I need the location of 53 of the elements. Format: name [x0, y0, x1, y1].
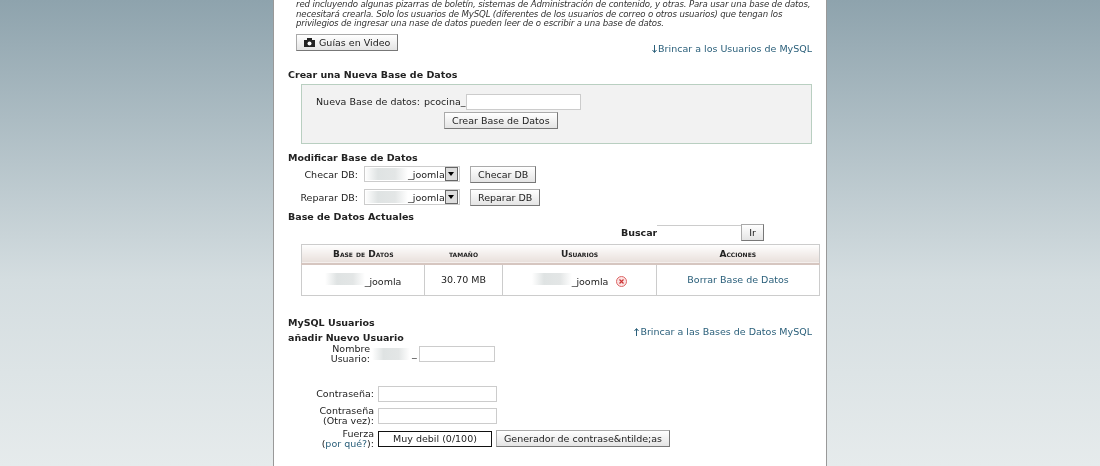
- go-button[interactable]: Ir: [741, 224, 764, 241]
- field-label: Nueva Base de datos:: [316, 96, 421, 107]
- password-field[interactable]: [378, 407, 497, 424]
- selected-database: _joomla: [408, 168, 445, 180]
- camera-icon: [304, 38, 315, 47]
- caret-icon: [444, 190, 458, 204]
- column-header: Usuarios: [502, 244, 657, 264]
- column-header: Acciones: [656, 244, 820, 264]
- password-generator-button[interactable]: Generador de contrase&ntilde;as: [496, 430, 671, 447]
- field-label: Contraseña:: [315, 388, 374, 399]
- column-header: tamaño: [424, 244, 503, 264]
- database-prefix: pcocina_: [424, 96, 466, 107]
- column-header: Base de Datos: [301, 244, 425, 264]
- caret-icon: [444, 167, 458, 181]
- video-guides-button[interactable]: Guías en Video: [296, 34, 399, 51]
- section-heading: añadir Nuevo Usuario: [288, 331, 404, 343]
- jump-to-databases-link[interactable]: Brincar a las Bases de Datos MySQL: [640, 326, 812, 337]
- field-label: Nombre Usuario:: [329, 343, 370, 364]
- selected-database: _joomla: [408, 191, 445, 203]
- redacted-block: [372, 347, 410, 360]
- redacted-block: [365, 168, 409, 180]
- database-select[interactable]: _joomla: [364, 189, 460, 205]
- jump-to-users-link[interactable]: Brincar a los Usuarios de MySQL: [658, 43, 812, 54]
- field-label: Checar DB:: [303, 168, 358, 180]
- up-arrow-icon: [634, 327, 640, 336]
- field-label: Reparar DB:: [299, 191, 358, 203]
- database-action-button[interactable]: Checar DB: [470, 165, 537, 183]
- section-heading: Crear una Nueva Base de Datos: [288, 68, 458, 80]
- username-field[interactable]: [418, 345, 495, 362]
- field-label: Contraseña (Otra vez):: [318, 405, 374, 426]
- down-arrow-icon: [652, 44, 658, 53]
- search-label: Buscar: [620, 227, 658, 238]
- create-database-button[interactable]: Crear Base de Datos: [444, 112, 558, 129]
- database-name: _joomla: [364, 275, 402, 287]
- database-select[interactable]: _joomla: [364, 166, 460, 182]
- intro-paragraph: red incluyendo algunas pizarras de boletín, sistemas de Administración de contenido, y otras. Para usar una base de datos, necesitará crearla. Solo los usuarios de MySQL (diferentes de los usuarios de correo o otros usuarios) que tengan los privilegios de ingresar una nase de datos pueden leer de o escribir a una base de datos.: [296, 0, 812, 29]
- redacted-block: [324, 272, 365, 285]
- delete-database-link[interactable]: Borrar Base de Datos: [687, 274, 789, 285]
- database-action-button[interactable]: Reparar DB: [470, 188, 541, 206]
- redacted-block: [531, 272, 572, 285]
- new-database-field[interactable]: [465, 93, 581, 110]
- username-prefix: _: [412, 348, 417, 359]
- section-heading: Base de Datos Actuales: [288, 210, 414, 222]
- section-heading: Modificar Base de Datos: [288, 151, 418, 163]
- password-field[interactable]: [378, 385, 497, 402]
- database-size: 30.70 MB: [424, 263, 503, 295]
- redacted-block: [365, 191, 409, 203]
- password-strength-meter: Muy debil (0/100): [378, 430, 492, 447]
- database-user: _joomla: [571, 275, 609, 287]
- remove-icon[interactable]: [616, 275, 628, 287]
- strength-label: Fuerza (por qué?):: [320, 428, 374, 449]
- section-heading: MySQL Usuarios: [288, 317, 375, 328]
- why-link[interactable]: por qué?: [325, 437, 368, 449]
